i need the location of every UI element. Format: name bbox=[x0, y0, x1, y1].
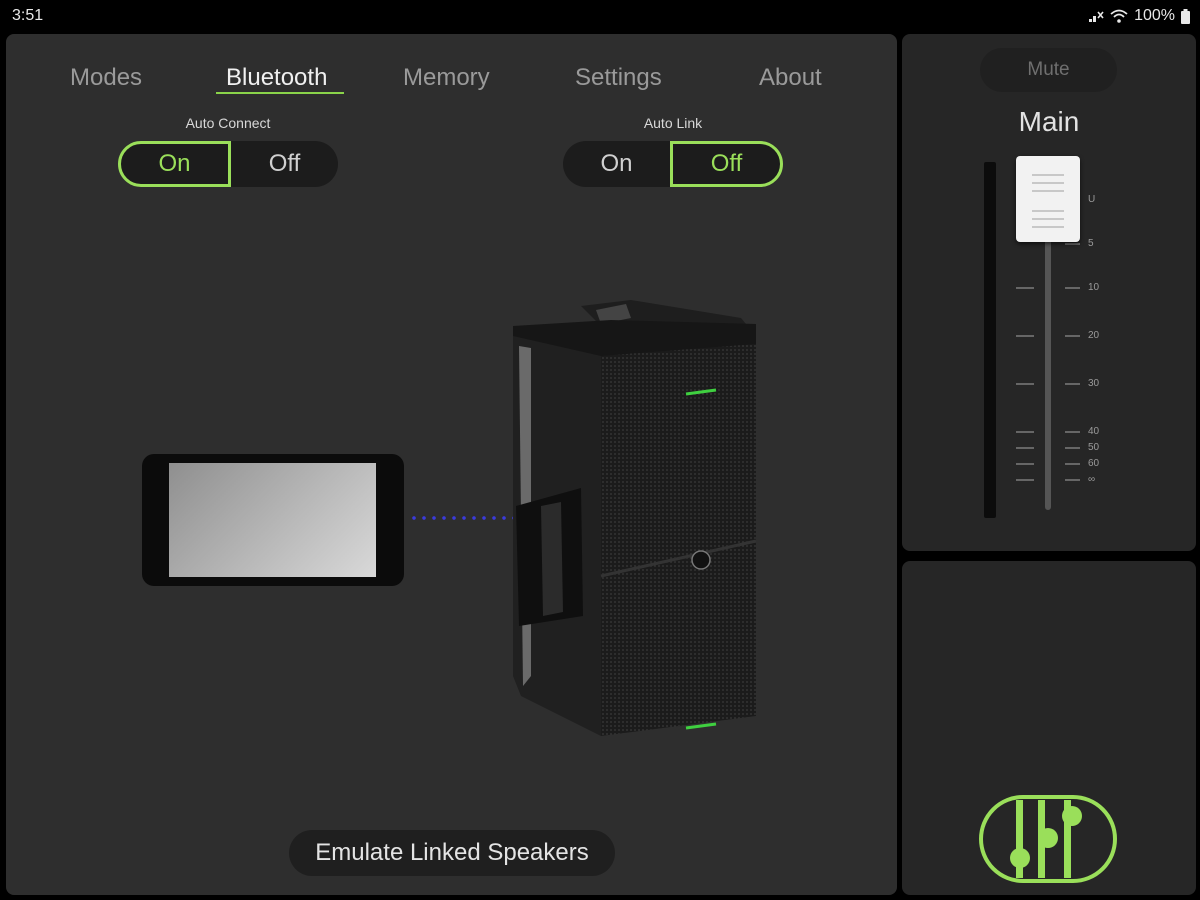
tab-modes[interactable]: Modes bbox=[70, 64, 142, 92]
tab-memory[interactable]: Memory bbox=[403, 64, 490, 92]
fader-grip-line bbox=[1032, 218, 1064, 220]
scale-tick bbox=[1016, 463, 1034, 465]
mixer-icon[interactable] bbox=[978, 794, 1118, 884]
auto-link-label: Auto Link bbox=[643, 115, 703, 131]
scale-label: 20 bbox=[1088, 330, 1100, 341]
mixer-panel bbox=[902, 561, 1196, 895]
fader-grip-line bbox=[1032, 210, 1064, 212]
auto-connect-toggle: On Off bbox=[118, 141, 338, 187]
scale-label: 60 bbox=[1088, 458, 1100, 469]
status-time: 3:51 bbox=[12, 7, 44, 24]
speaker-image bbox=[513, 300, 757, 736]
scale-tick bbox=[1065, 335, 1080, 337]
auto-connect-label: Auto Connect bbox=[185, 115, 271, 131]
scale-label: 5 bbox=[1088, 238, 1094, 249]
battery-text: 100% bbox=[1134, 7, 1175, 24]
status-icons: 100% bbox=[1088, 7, 1190, 25]
fader-panel: Mute Main U 5 10 20 30 40 50 60 ∞ bbox=[902, 34, 1196, 551]
auto-link-toggle: On Off bbox=[563, 141, 783, 187]
status-bar: 3:51 100% bbox=[0, 0, 1200, 32]
scale-tick bbox=[1065, 463, 1080, 465]
bluetooth-link-line bbox=[409, 516, 513, 520]
fader-grip-line bbox=[1032, 226, 1064, 228]
active-tab-indicator bbox=[216, 92, 344, 94]
fader-grip-line bbox=[1032, 174, 1064, 176]
channel-title: Main bbox=[1018, 106, 1080, 137]
tab-settings[interactable]: Settings bbox=[575, 64, 662, 92]
tab-about[interactable]: About bbox=[759, 64, 822, 92]
auto-link-off-button[interactable]: Off bbox=[670, 141, 783, 187]
scale-label: 50 bbox=[1088, 442, 1100, 453]
signal-mute-icon bbox=[1089, 11, 1104, 22]
fader-grip-line bbox=[1032, 182, 1064, 184]
tab-bluetooth[interactable]: Bluetooth bbox=[226, 64, 327, 92]
scale-tick bbox=[1016, 479, 1034, 481]
scale-tick bbox=[1016, 335, 1034, 337]
phone-device-image bbox=[142, 454, 404, 586]
auto-connect-on-button[interactable]: On bbox=[118, 141, 231, 187]
scale-label: 40 bbox=[1088, 426, 1100, 437]
scale-tick bbox=[1065, 447, 1080, 449]
fader-grip-line bbox=[1032, 190, 1064, 192]
mute-button[interactable]: Mute bbox=[980, 48, 1117, 92]
emulate-linked-speakers-button[interactable]: Emulate Linked Speakers bbox=[289, 830, 615, 876]
scale-tick bbox=[1016, 431, 1034, 433]
scale-tick bbox=[1065, 243, 1080, 245]
wifi-icon bbox=[1110, 9, 1128, 23]
scale-label: U bbox=[1088, 194, 1096, 205]
scale-tick bbox=[1065, 431, 1080, 433]
scale-tick bbox=[1065, 383, 1080, 385]
auto-connect-off-button[interactable]: Off bbox=[231, 141, 338, 187]
scale-tick bbox=[1016, 447, 1034, 449]
scale-label: ∞ bbox=[1088, 474, 1096, 485]
battery-icon bbox=[1181, 8, 1190, 24]
scale-label: 10 bbox=[1088, 282, 1100, 293]
scale-label: 30 bbox=[1088, 378, 1100, 389]
scale-tick bbox=[1065, 287, 1080, 289]
scale-tick bbox=[1016, 287, 1034, 289]
scale-tick bbox=[1065, 479, 1080, 481]
main-panel: Modes Bluetooth Memory Settings About Au… bbox=[6, 34, 897, 895]
scale-tick bbox=[1016, 383, 1034, 385]
level-meter bbox=[984, 162, 996, 518]
auto-link-on-button[interactable]: On bbox=[563, 141, 670, 187]
phone-screen bbox=[169, 463, 376, 577]
fader-knob[interactable] bbox=[1016, 156, 1080, 242]
